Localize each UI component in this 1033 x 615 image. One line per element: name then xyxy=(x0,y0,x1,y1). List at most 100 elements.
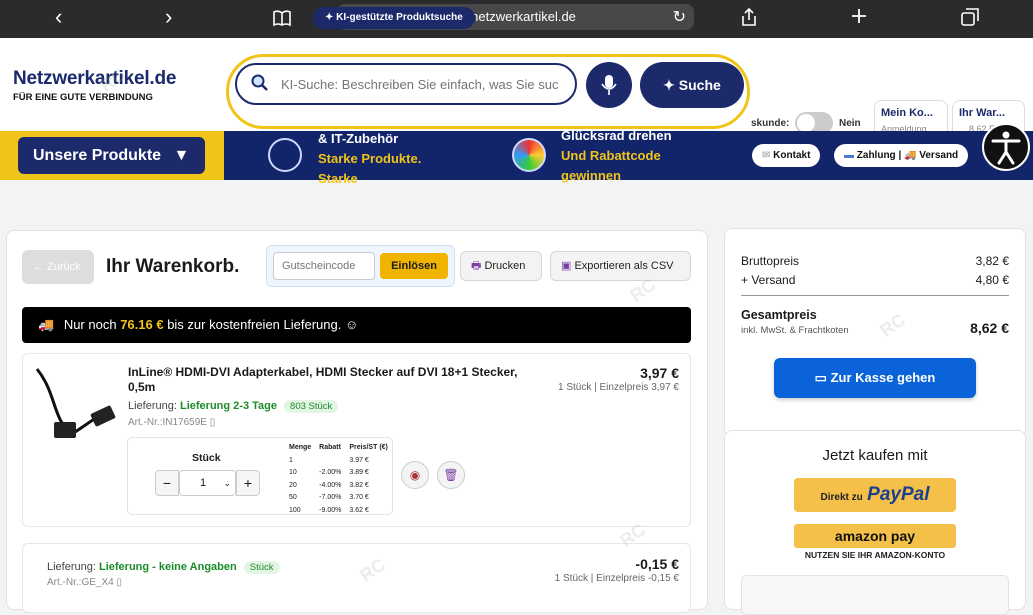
envelope-icon: ✉ xyxy=(762,150,771,161)
cell: 50 xyxy=(289,494,297,501)
chevron-right-icon[interactable]: › xyxy=(165,6,172,28)
ki-badge: ✦ KI-gestützte Produktsuche xyxy=(313,7,475,29)
brutto-label: Bruttopreis xyxy=(741,254,800,268)
cell: 1 xyxy=(289,456,293,464)
price-tier-header: Menge Rabatt Preis/ST (€) xyxy=(286,443,391,454)
eye-icon[interactable]: ◉ xyxy=(401,461,429,489)
shipping-prefix: Nur noch xyxy=(63,317,117,332)
chevron-left-icon[interactable]: ‹ xyxy=(55,6,62,28)
delivery-label: Lieferung: xyxy=(128,400,177,412)
shipping-suffix: bis zur kostenfreien Lieferung. xyxy=(167,317,342,332)
stock-badge: Stück xyxy=(243,561,280,574)
accessibility-button[interactable] xyxy=(982,123,1030,171)
amazon-sub: NUTZEN SIE IHR AMAZON-KONTO xyxy=(804,550,946,560)
trash-icon[interactable]: 🗑 xyxy=(437,461,465,489)
col-menge: Menge xyxy=(289,444,312,451)
print-label: Drucken xyxy=(484,260,526,272)
item-price: 3,97 € xyxy=(640,365,679,381)
export-label: Exportieren als CSV xyxy=(574,260,674,272)
payment-shipping-button[interactable]: ▬ Zahlung | 🚚 Versand xyxy=(834,144,969,167)
products-menu-button[interactable]: Unsere Produkte ▼ xyxy=(18,137,205,174)
cell: -7.00% xyxy=(319,494,342,501)
cell: 3.97 € xyxy=(349,456,369,464)
buy-with-heading: Jetzt kaufen mit xyxy=(822,447,928,464)
amazon-pay-logo: amazon pay xyxy=(834,528,916,544)
cell xyxy=(316,456,344,467)
new-tab-icon[interactable] xyxy=(850,7,868,25)
checkout-label: Zur Kasse gehen xyxy=(830,370,936,385)
wheel-icon xyxy=(512,138,546,172)
quantity-label: Stück xyxy=(192,452,221,464)
checkout-button[interactable]: ▭ Zur Kasse gehen xyxy=(774,358,976,398)
delivery-label: Lieferung: xyxy=(47,561,96,573)
microphone-icon xyxy=(601,75,617,95)
banner-line2a: Glücksrad drehen xyxy=(561,128,672,143)
item-price-sub: 1 Stück | Einzelpreis 3,97 € xyxy=(558,382,679,393)
url-text: netzwerkartikel.de xyxy=(471,9,576,24)
copy-icon[interactable]: ▯ xyxy=(210,417,216,428)
versand-label: + Versand xyxy=(741,273,796,287)
product-title[interactable]: InLine® HDMI-DVI Adapterkabel, HDMI Stec… xyxy=(128,365,528,395)
search-input[interactable] xyxy=(235,63,577,105)
redeem-button[interactable]: Einlösen xyxy=(380,253,448,279)
banner-line2b: Und Rabattcode xyxy=(561,148,661,163)
delivery-info: Lieferung: Lieferung 2-3 Tage 803 Stück xyxy=(128,400,339,413)
paypal-prefix: Direkt zu xyxy=(820,492,863,503)
article-number-text: Art.-Nr.:GE_X4 xyxy=(47,577,114,588)
back-button[interactable]: ← Zurück xyxy=(22,250,94,284)
cell: 3.62 € xyxy=(349,506,369,514)
table-row: 100 -9.00% 3.62 € xyxy=(286,506,391,517)
quantity-decrement-button[interactable]: − xyxy=(155,470,179,496)
search-button[interactable]: ✦ Suche xyxy=(640,62,744,108)
summary-divider xyxy=(741,295,1009,296)
quantity-select[interactable]: 1 ⌄ xyxy=(179,470,236,496)
amazon-pay-button[interactable]: amazon pay xyxy=(794,524,956,548)
article-number-text: Art.-Nr.:IN17659E xyxy=(128,417,207,428)
account-title: Mein Ko... xyxy=(881,107,933,119)
copy-icon[interactable]: ▯ xyxy=(116,577,122,588)
sparkle-icon: ✦ xyxy=(663,77,675,93)
search-icon xyxy=(251,74,268,91)
accessibility-icon xyxy=(991,131,1021,165)
coupon-input[interactable] xyxy=(273,252,375,280)
price-tier-table: Menge Rabatt Preis/ST (€) 1 3.97 € 10 -2.0… xyxy=(284,441,393,518)
delivery-value: Lieferung - keine Angaben xyxy=(99,561,237,573)
versand-value: 4,80 € xyxy=(975,273,1009,287)
register-icon: ▭ xyxy=(814,370,827,385)
col-rabatt: Rabatt xyxy=(319,444,341,451)
toggle-label: Nein xyxy=(839,118,861,129)
book-icon[interactable] xyxy=(272,9,292,27)
item-price-sub: 1 Stück | Einzelpreis -0,15 € xyxy=(554,573,679,584)
col-preis: Preis/ST (€) xyxy=(349,444,388,451)
cell: -9.00% xyxy=(319,506,342,514)
page-title: Ihr Warenkorb. xyxy=(106,256,240,277)
print-button[interactable]: 🖶 Drucken xyxy=(460,251,542,281)
stock-badge: 803 Stück xyxy=(284,400,339,413)
save-icon: ▣ xyxy=(561,260,572,272)
share-icon[interactable] xyxy=(740,7,758,27)
quantity-value: 1 xyxy=(200,477,207,489)
product-image xyxy=(35,368,116,438)
table-row: 20 -4.00% 3.82 € xyxy=(286,481,391,492)
network-icon xyxy=(268,138,302,172)
site-logo[interactable]: Netzwerkartikel.de FÜR EINE GUTE VERBIND… xyxy=(13,68,176,103)
delivery-info: Lieferung: Lieferung - keine Angaben Stü… xyxy=(47,561,280,574)
quantity-increment-button[interactable]: + xyxy=(236,470,260,496)
export-csv-button[interactable]: ▣ Exportieren als CSV xyxy=(550,251,691,281)
printer-icon: 🖶 xyxy=(471,260,482,272)
search-button-label: Suche xyxy=(678,77,721,93)
cell: 10 xyxy=(289,469,297,476)
table-row: 10 -2.00% 3.89 € xyxy=(286,468,391,479)
contact-label: Kontakt xyxy=(773,150,811,161)
cell: 3.89 € xyxy=(349,469,369,476)
chevron-down-icon: ⌄ xyxy=(223,478,231,488)
logo-tagline: FÜR EINE GUTE VERBINDUNG xyxy=(13,92,153,103)
reload-icon[interactable]: ↻ xyxy=(673,7,686,27)
contact-button[interactable]: ✉ Kontakt xyxy=(752,144,821,167)
smile-icon: ☺ xyxy=(344,317,359,332)
cart-title: Ihr War... xyxy=(959,107,1006,119)
shipping-amount: 76.16 € xyxy=(120,317,164,332)
paypal-button[interactable]: Direkt zu PayPal xyxy=(794,478,956,512)
microphone-button[interactable] xyxy=(586,62,632,108)
tabs-icon[interactable] xyxy=(960,7,980,27)
